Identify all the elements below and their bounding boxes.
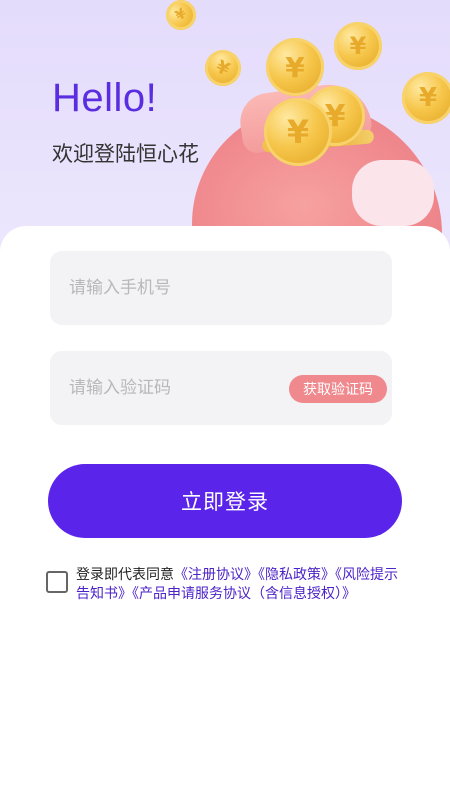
- link-privacy-policy[interactable]: 《隐私政策》: [258, 567, 335, 583]
- code-field[interactable]: 获取验证码: [50, 351, 392, 425]
- coin-icon: ¥: [199, 44, 247, 92]
- agreement-prefix: 登录即代表同意: [76, 567, 174, 583]
- hero-banner: ¥ ¥ ¥ ¥ ¥ ¥ ¥ Hello! 欢迎登陆恒心花: [0, 0, 450, 260]
- coin-icon: ¥: [264, 98, 332, 166]
- hand-illustration: [352, 160, 434, 226]
- phone-input[interactable]: [69, 278, 269, 298]
- phone-field[interactable]: [50, 251, 392, 325]
- coin-icon: ¥: [402, 72, 450, 124]
- link-service-agreement[interactable]: 《产品申请服务协议（含信息授权）》: [132, 586, 356, 602]
- code-input[interactable]: [69, 378, 269, 398]
- coin-icon: ¥: [266, 38, 324, 96]
- coin-icon: ¥: [334, 22, 382, 70]
- hello-title: Hello!: [52, 76, 158, 120]
- agreement-checkbox[interactable]: [46, 571, 68, 593]
- agreement-text: 登录即代表同意《注册协议》《隐私政策》《风险提示告知书》《产品申请服务协议（含信…: [76, 566, 406, 604]
- get-code-button[interactable]: 获取验证码: [289, 375, 387, 403]
- welcome-subtitle: 欢迎登陆恒心花: [52, 142, 199, 166]
- coin-icon: ¥: [160, 0, 202, 36]
- login-button[interactable]: 立即登录: [48, 464, 402, 538]
- link-register-agreement[interactable]: 《注册协议》: [174, 567, 258, 583]
